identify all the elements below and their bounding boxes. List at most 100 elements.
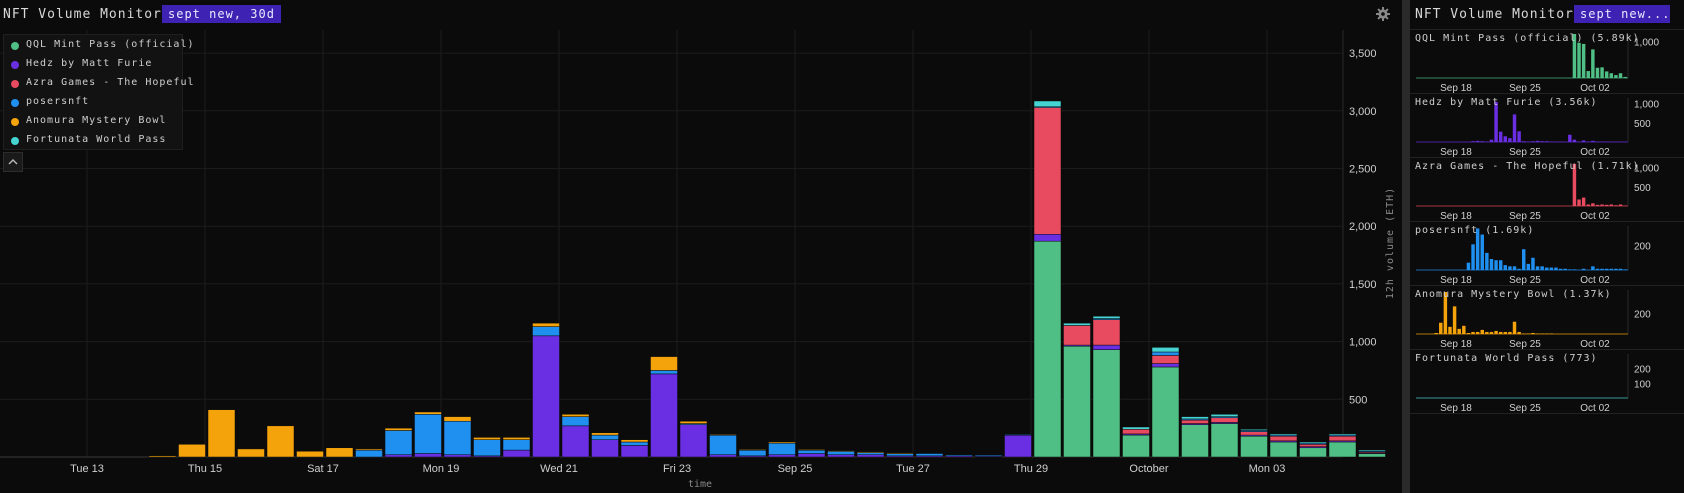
bar-segment <box>709 454 737 458</box>
mini-bar <box>1512 321 1517 334</box>
mini-y-tick-label: 200 <box>1634 242 1651 253</box>
mini-bar <box>1471 331 1475 334</box>
bar-segment <box>443 454 472 458</box>
bar-segment <box>1358 453 1386 458</box>
y-tick-label: 1,500 <box>1349 279 1377 291</box>
x-tick-label: Sat 17 <box>307 463 339 475</box>
mini-bar <box>1471 141 1475 142</box>
mini-chart-title: Hedz by Matt Furie (3.56k) <box>1415 97 1598 108</box>
legend-label: posersnft <box>26 96 90 107</box>
bar-segment <box>1151 366 1180 458</box>
collapse-legend-button[interactable] <box>3 152 23 172</box>
bar-segment <box>827 450 855 455</box>
x-tick-label: Tue 13 <box>70 463 104 475</box>
mini-chart[interactable]: Anomura Mystery Bowl (1.37k) 200 Sep 18 Sep… <box>1410 285 1684 350</box>
bar-segment <box>1358 449 1386 452</box>
bar-segment <box>768 441 796 444</box>
mini-bar <box>1498 260 1503 270</box>
bar-segment <box>414 411 442 415</box>
mini-bar <box>1526 333 1531 334</box>
bar-segment <box>1092 349 1121 458</box>
bar-segment <box>709 434 737 455</box>
mini-bar <box>1614 268 1618 270</box>
mini-bar <box>1614 205 1618 206</box>
chart-legend: QQL Mint Pass (official) Hedz by Matt Fur… <box>3 34 194 150</box>
bar-segment <box>414 414 442 454</box>
legend-swatch <box>11 137 19 145</box>
bar-segment <box>1299 441 1327 444</box>
mini-bar <box>1503 136 1508 142</box>
mini-bar <box>1623 76 1627 78</box>
bar-segment <box>620 439 649 443</box>
mini-y-tick-label: 200 <box>1634 310 1651 321</box>
mini-bar <box>1526 263 1531 270</box>
mini-bar <box>1517 331 1521 334</box>
bar-segment <box>1328 433 1357 436</box>
bar-segment <box>1328 441 1357 458</box>
mini-y-tick-label: 500 <box>1634 183 1651 194</box>
mini-bar <box>1604 204 1609 206</box>
side-preset-tag[interactable]: sept new... <box>1574 5 1670 23</box>
mini-bar <box>1498 131 1503 142</box>
y-tick-label: 2,000 <box>1349 221 1377 233</box>
x-tick-label: October <box>1129 463 1168 475</box>
mini-bar <box>1522 249 1526 270</box>
bar-segment <box>237 448 265 458</box>
panel-divider[interactable] <box>1402 0 1410 493</box>
x-tick-label: Thu 15 <box>188 463 222 475</box>
x-tick-label: Mon 19 <box>423 463 460 475</box>
mini-bar <box>1604 268 1609 270</box>
bar-segment <box>1181 419 1209 424</box>
mini-bar <box>1581 140 1586 142</box>
bar-segment <box>620 441 649 446</box>
mini-chart[interactable]: Fortunata World Pass (773) 100 200 Sep 18 Se… <box>1410 349 1684 414</box>
mini-bar <box>1600 204 1604 206</box>
mini-bar <box>1586 71 1590 78</box>
mini-bar <box>1531 141 1535 142</box>
bar-segment <box>355 448 383 451</box>
legend-label: Azra Games - The Hopeful <box>26 77 195 88</box>
bar-segment <box>325 447 354 458</box>
bar-segment <box>827 454 855 458</box>
x-tick-label: Mon 03 <box>1249 463 1286 475</box>
bar-segment <box>532 322 560 327</box>
mini-bar <box>1466 262 1471 270</box>
mini-chart[interactable]: Hedz by Matt Furie (3.56k) 500 1,000 Sep 18… <box>1410 93 1684 158</box>
bar-segment <box>797 449 826 451</box>
y-tick-label: 1,000 <box>1349 337 1377 349</box>
mini-bar <box>1535 333 1540 334</box>
mini-bar <box>1485 252 1489 270</box>
side-title: NFT Volume Monitor <box>1415 7 1574 22</box>
bar-segment <box>1063 345 1091 458</box>
bar-segment <box>532 326 560 337</box>
mini-chart-title: Azra Games - The Hopeful (1.71k) <box>1415 161 1640 172</box>
mini-bar <box>1540 333 1544 334</box>
mini-bar <box>1466 332 1471 334</box>
mini-bar <box>1480 141 1484 142</box>
bar-segment <box>1122 434 1150 458</box>
mini-chart[interactable]: QQL Mint Pass (official) (5.89k) 1,000 Sep… <box>1410 29 1684 94</box>
bar-segment <box>1033 234 1062 242</box>
mini-bar <box>1517 268 1521 270</box>
bar-segment <box>561 416 590 427</box>
bar-segment <box>384 454 413 458</box>
bar-segment <box>384 430 413 455</box>
mini-bar <box>1563 268 1567 270</box>
bar-segment <box>1240 435 1268 458</box>
bar-segment <box>1181 424 1209 458</box>
mini-y-tick-label: 100 <box>1634 379 1651 390</box>
mini-bar <box>1614 75 1618 78</box>
bar-segment <box>1181 416 1209 420</box>
bar-segment <box>1151 355 1180 364</box>
bar-segment <box>738 449 767 451</box>
x-tick-label: Sep 25 <box>778 463 813 475</box>
legend-swatch <box>11 42 19 50</box>
bar-segment <box>856 454 885 458</box>
mini-chart[interactable]: Azra Games - The Hopeful (1.71k) 500 1,000… <box>1410 157 1684 222</box>
mini-bar <box>1522 141 1526 142</box>
bar-segment <box>1269 435 1298 442</box>
mini-bar <box>1434 332 1438 334</box>
mini-chart[interactable]: posersnft (1.69k) 200 Sep 18 Sep 25 Oct 02 <box>1410 221 1684 286</box>
x-axis-title: time <box>688 479 712 490</box>
bar-segment <box>768 454 796 458</box>
